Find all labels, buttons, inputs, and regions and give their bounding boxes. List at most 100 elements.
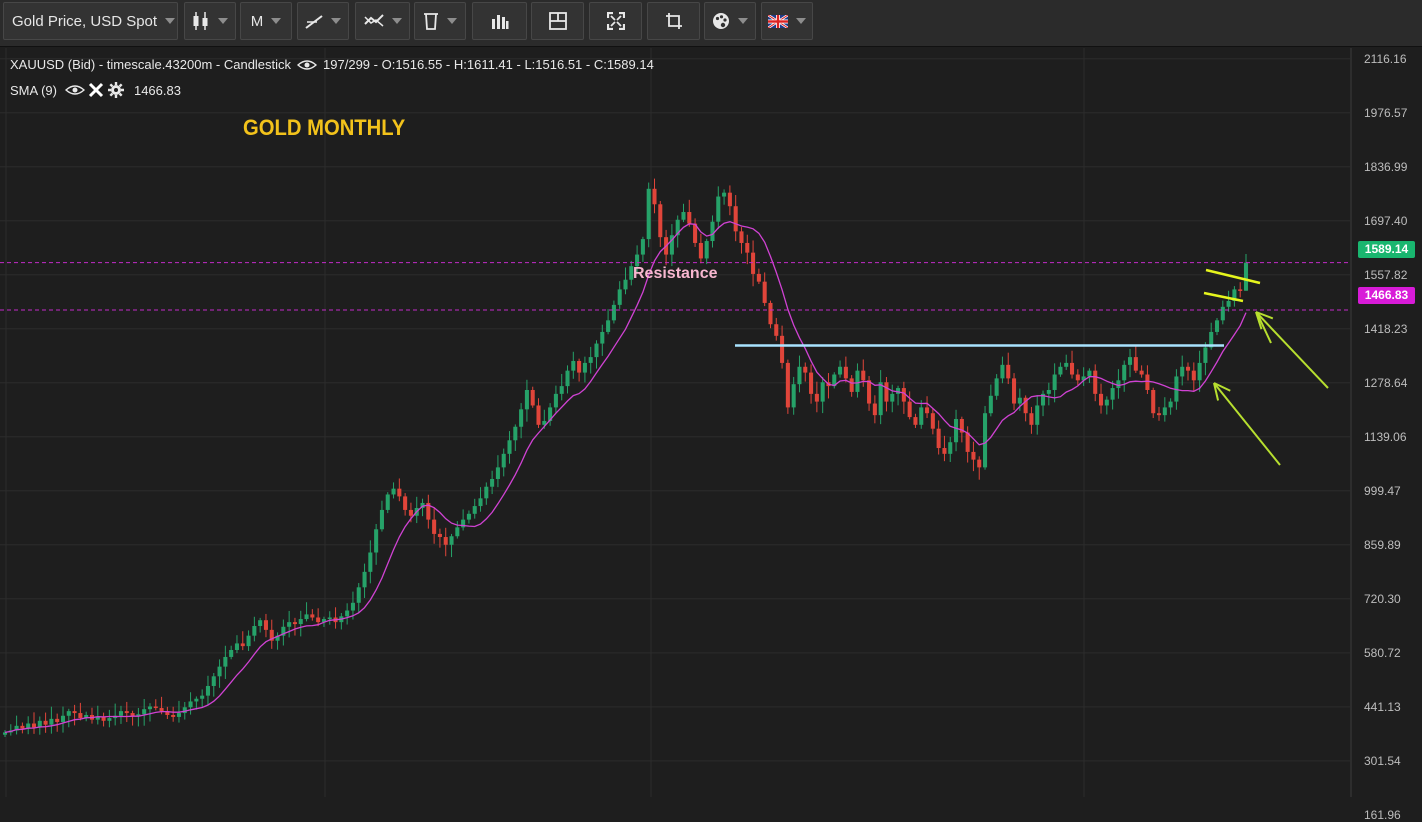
candle-body [919,407,924,425]
close-icon[interactable] [88,82,104,98]
candle-body [849,378,854,392]
candle-body [397,488,402,497]
candle-body [519,409,524,427]
compare-icon [363,14,384,27]
candle-body [507,440,512,454]
last-price-tag: 1589.14 [1358,241,1415,258]
candle-body [1116,380,1121,389]
candle-body [797,366,802,385]
candle-body [211,676,216,686]
indicator-button[interactable] [472,2,527,40]
legend-sma: SMA (9) 1466.83 [10,82,181,98]
crop-button[interactable] [647,2,700,40]
candle-body [176,713,182,717]
candle-body [466,513,471,520]
candle-body [205,685,210,696]
candle-body [652,188,657,205]
candle-body [571,360,576,371]
candle-body [948,442,953,454]
drawing-tools-button[interactable] [297,2,349,40]
candle-body [316,617,321,623]
language-button[interactable] [761,2,813,40]
candle-body [954,419,959,443]
compare-button[interactable] [355,2,410,40]
candle-body [55,718,60,722]
y-tick-label: 161.96 [1364,807,1401,822]
candle-body [1220,306,1225,321]
candle-body [78,713,83,719]
candle-body [687,212,692,224]
candle-body [1180,366,1185,377]
candle-body [1110,388,1115,400]
y-tick-label: 1557.82 [1364,267,1408,282]
candle-body [727,192,732,207]
candle-body [345,610,350,617]
chart-area[interactable]: XAUUSD (Bid) - timescale.43200m - Candle… [0,47,1422,822]
theme-button[interactable] [704,2,756,40]
candle-body [1087,370,1092,377]
candle-body [872,403,877,416]
candle-body [350,602,355,611]
candle-body [513,426,518,441]
candle-body [1006,364,1011,379]
candle-body [1139,370,1144,375]
candle-body [762,281,767,303]
candle-body [582,362,587,373]
flag-lower-line [1203,291,1244,303]
candle-body [263,620,268,630]
candle-body [455,527,460,537]
candle-body [640,239,645,255]
candle-body [930,413,935,429]
candle-body [536,405,541,425]
symbol-label: Gold Price, USD Spot [12,12,158,30]
candle-body [1133,357,1138,371]
sma-label: SMA (9) [10,82,57,98]
candle-body [907,401,912,418]
candle-body [861,370,866,381]
candle-body [1185,366,1191,371]
candle-body [710,221,715,242]
candle-body [1093,370,1098,394]
y-tick-label: 580.72 [1364,645,1401,660]
candle-body [965,432,970,452]
candle-body [553,393,558,408]
candle-body [977,459,982,468]
y-tick-label: 1139.06 [1364,429,1407,444]
candle-body [1000,364,1005,379]
candle-body [159,708,164,712]
candle-body [72,711,77,714]
candle-body [379,509,384,530]
candle-body [449,536,454,545]
candle-body [600,331,605,344]
sma-price-tag: 1466.83 [1358,287,1415,304]
grid [0,48,1352,797]
price-chart[interactable] [0,47,1422,799]
eye-icon[interactable] [64,84,85,96]
delete-button[interactable] [414,2,466,40]
candle-body [362,571,367,588]
timeframe-selector[interactable]: M [240,2,292,40]
gear-icon[interactable] [107,82,124,98]
candle-body [785,362,790,408]
arrow-to-breakout [1213,382,1281,466]
eye-icon[interactable] [297,59,318,71]
candle-body [403,496,408,510]
candle-body [681,212,686,220]
chevron-down-icon [447,18,457,24]
arrow-to-flag [1255,311,1329,389]
fullscreen-button[interactable] [589,2,642,40]
candle-body [733,206,738,232]
ohlc-values: 197/299 - O:1516.55 - H:1611.41 - L:1516… [323,57,654,72]
candle-body [443,537,448,545]
chart-type-button[interactable] [184,2,236,40]
candle-body [565,370,570,387]
y-tick-label: 1976.57 [1364,105,1408,120]
candle-body [287,622,292,627]
y-tick-label: 1836.99 [1364,159,1408,174]
candle-body [646,188,651,240]
candle-body [1017,397,1022,404]
symbol-selector[interactable]: Gold Price, USD Spot [3,2,178,40]
candle-body [292,622,297,625]
candle-body [171,714,176,717]
layout-button[interactable] [531,2,584,40]
